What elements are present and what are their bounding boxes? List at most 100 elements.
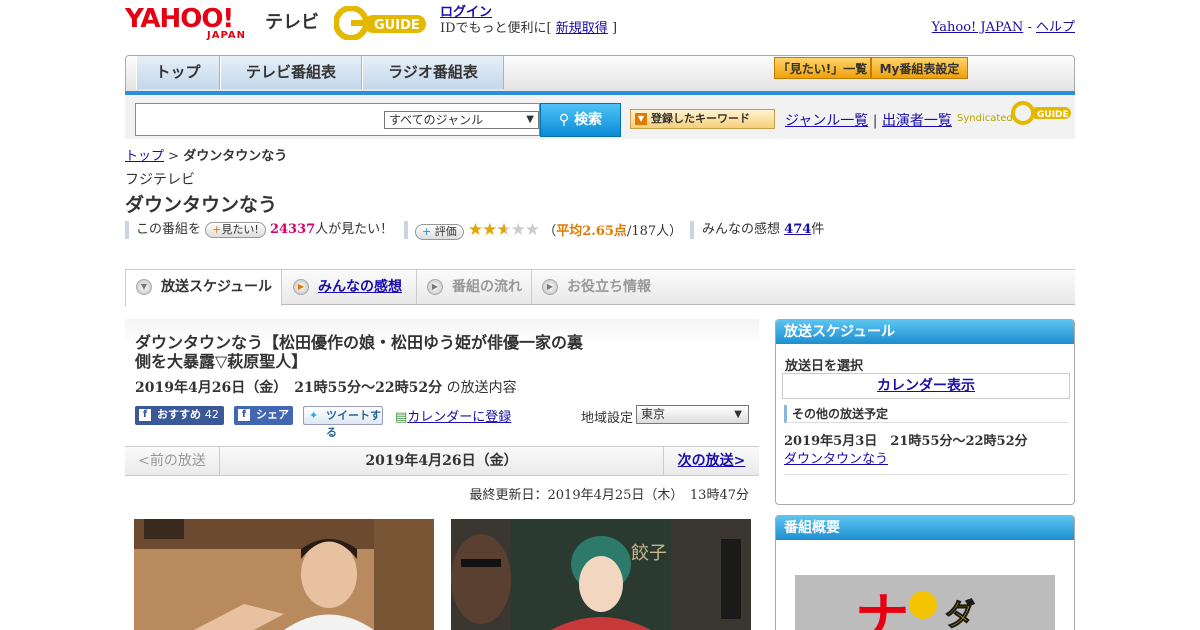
program-stats: この番組を +見たい! 24337人が見たい！ + 評価 ★★★★★ （平均2.…	[125, 219, 1075, 241]
plus-icon: +	[422, 224, 432, 238]
facebook-icon: f	[139, 409, 151, 421]
breadcrumb-current: ダウンタウンなう	[183, 149, 288, 164]
gguide-small-logo-icon: GUIDE	[1011, 101, 1071, 125]
tab-reviews[interactable]: ▶ みんなの感想	[283, 270, 417, 304]
header-links: Yahoo! JAPAN - ヘルプ	[932, 16, 1075, 35]
episode-time: 2019年4月26日（金） 21時55分～22時52分 の放送内容	[135, 377, 517, 397]
calendar-add-icon: ▤	[395, 410, 408, 425]
calendar-display-button[interactable]: カレンダー表示	[782, 373, 1070, 399]
tab-broadcast-schedule[interactable]: ▼ 放送スケジュール	[125, 270, 282, 306]
nav-tab-tv-schedule[interactable]: テレビ番組表	[220, 56, 362, 89]
pager-date: 2019年4月26日（金）	[365, 453, 518, 469]
syndicated-label: Syndicated	[957, 113, 1013, 124]
my-schedule-button[interactable]: My番組表設定	[871, 57, 968, 79]
region-select[interactable]: 東京 ▼	[636, 405, 749, 424]
page-title: ダウンタウンなう	[125, 194, 278, 216]
want-list-button[interactable]: 「見たい!」一覧	[774, 57, 871, 79]
tab-label: 番組の流れ	[452, 279, 522, 295]
episode-photo-image: 餃子	[451, 519, 751, 630]
twitter-bird-icon: ✦	[309, 409, 319, 422]
want-suffix: 人が見たい！	[315, 222, 394, 237]
star-filled-icon: ★	[482, 220, 497, 240]
rate-button[interactable]: + 評価	[415, 223, 464, 240]
episode-content-suffix: の放送内容	[446, 380, 517, 396]
signup-link[interactable]: 新規取得	[556, 21, 608, 36]
divider	[404, 221, 408, 239]
star-filled-icon: ★	[467, 220, 483, 240]
prev-broadcast-link[interactable]: <前の放送	[125, 447, 220, 475]
nav-tab-radio-schedule[interactable]: ラジオ番組表	[362, 56, 504, 89]
star-half-icon: ★	[496, 220, 511, 240]
header-link-sep: -	[1027, 20, 1032, 35]
region-label: 地域設定	[581, 411, 634, 426]
breadcrumb-top-link[interactable]: トップ	[125, 149, 164, 164]
divider	[784, 474, 1068, 475]
sidebar-overview: 番組概要 ナ ダ	[775, 515, 1075, 630]
dropdown-triangle-icon: ▼	[635, 113, 647, 125]
svg-text:ダ: ダ	[945, 598, 975, 630]
breadcrumb: トップ > ダウンタウンなう	[125, 145, 287, 164]
help-link[interactable]: ヘルプ	[1036, 20, 1075, 35]
next-broadcast-title-link[interactable]: ダウンタウンなう	[784, 448, 888, 467]
program-subtabs: ▼ 放送スケジュール ▶ みんなの感想 ▶ 番組の流れ ▶ お役立ち情報	[125, 269, 1075, 306]
calendar-register[interactable]: ▤カレンダーに登録	[395, 406, 511, 425]
select-date-label: 放送日を選択	[785, 359, 864, 374]
program-logo-image: ナ ダ	[795, 575, 1055, 630]
want-button[interactable]: +見たい!	[205, 221, 266, 238]
syndicated-gguide: Syndicated GUIDE	[957, 101, 1071, 125]
want-count: 24337	[269, 222, 316, 237]
chevron-right-icon: ▶	[542, 279, 558, 295]
other-schedule-heading: その他の放送予定	[784, 405, 1068, 423]
star-empty-icon: ★	[510, 220, 526, 240]
nav-tab-top[interactable]: トップ	[136, 56, 220, 89]
last-updated: 最終更新日：2019年4月25日（木） 13時47分	[469, 488, 749, 503]
login-note-suffix: ]	[611, 21, 618, 36]
next-broadcast-datetime: 2019年5月3日 21時55分～22時52分	[784, 434, 1028, 449]
fb-recommend-count: 42	[204, 408, 219, 421]
yahoo-japan-link[interactable]: Yahoo! JAPAN	[932, 20, 1024, 35]
next-broadcast-link[interactable]: 次の放送>	[663, 447, 759, 475]
reviews-suffix: 件	[811, 222, 825, 237]
genre-select[interactable]: すべてのジャンル ▼	[384, 111, 539, 129]
rating-count: /187人）	[626, 224, 683, 239]
search-icon: ⚲	[558, 112, 570, 128]
fb-share-label: シェア	[256, 408, 289, 421]
episode-photo-image	[134, 519, 434, 630]
fb-recommend-label: おすすめ	[157, 408, 201, 421]
chevron-right-icon: ▶	[427, 279, 443, 295]
performer-list-link[interactable]: 出演者一覧	[882, 113, 952, 129]
tab-label: みんなの感想	[318, 279, 402, 295]
reviews-count-link[interactable]: 474	[784, 222, 811, 237]
yahoo-tv-logo[interactable]: YAHOO! JAPAN テレビ	[125, 6, 320, 42]
keyword-button[interactable]: ▼ 登録したキーワード	[630, 109, 775, 129]
search-button[interactable]: ⚲ 検索	[540, 103, 621, 137]
svg-text:餃子: 餃子	[631, 543, 667, 564]
keyword-button-label: 登録したキーワード	[651, 112, 750, 125]
breadcrumb-sep: >	[168, 149, 180, 164]
sidebar-schedule: 放送スケジュール 放送日を選択 カレンダー表示 その他の放送予定 2019年5月…	[775, 319, 1075, 505]
tab-useful-info[interactable]: ▶ お役立ち情報	[532, 270, 662, 304]
station-name: フジテレビ	[125, 172, 195, 188]
tab-label: お役立ち情報	[567, 279, 651, 295]
episode-title: ダウンタウンなう【松田優作の娘・松田ゆう姫が俳優一家の裏側を大暴露▽萩原聖人】	[135, 333, 584, 371]
dropdown-arrow-icon: ▼	[526, 114, 534, 125]
reviews-label: みんなの感想	[702, 222, 781, 237]
calendar-register-link[interactable]: カレンダーに登録	[407, 410, 511, 425]
login-link[interactable]: ログイン	[440, 5, 492, 20]
facebook-share-button[interactable]: f シェア	[234, 406, 293, 425]
sidebar-schedule-title: 放送スケジュール	[776, 320, 1074, 344]
genre-select-value: すべてのジャンル	[389, 113, 484, 127]
want-prefix: この番組を	[136, 222, 202, 237]
rating-average: 平均2.65点	[556, 224, 627, 239]
facebook-recommend-button[interactable]: f おすすめ 42	[135, 406, 224, 425]
star-empty-icon: ★	[524, 220, 540, 240]
search-button-label: 検索	[574, 112, 603, 128]
episode-photo-2: 餃子	[451, 519, 751, 630]
tab-program-flow[interactable]: ▶ 番組の流れ	[417, 270, 532, 304]
divider	[125, 221, 129, 239]
genre-list-link[interactable]: ジャンル一覧	[785, 113, 868, 129]
want-button-label: 見たい!	[221, 222, 259, 236]
tweet-button[interactable]: ✦ ツイートする	[303, 406, 383, 439]
login-note-prefix: IDでもっと便利に[	[440, 21, 552, 36]
plus-icon: +	[212, 222, 222, 236]
